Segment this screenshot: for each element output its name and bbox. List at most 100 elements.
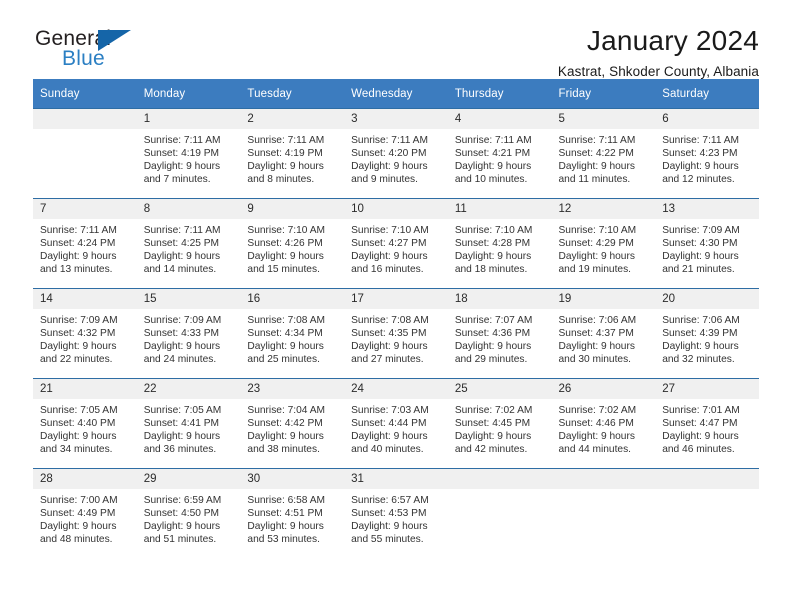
day-sunset-text: Sunset: 4:32 PM bbox=[40, 328, 116, 340]
calendar-day-cell[interactable]: 19 Sunrise: 7:06 AM Sunset: 4:37 PM Dayligh… bbox=[551, 288, 656, 379]
calendar-day-cell[interactable]: 21 Sunrise: 7:05 AM Sunset: 4:40 PM Dayligh… bbox=[33, 378, 137, 469]
calendar-day-cell[interactable]: 24 Sunrise: 7:03 AM Sunset: 4:44 PM Dayligh… bbox=[344, 378, 448, 469]
day-sunset-text: Sunset: 4:19 PM bbox=[143, 148, 220, 160]
day-details: Sunrise: 7:11 AM Sunset: 4:25 PM Daylight:… bbox=[137, 219, 241, 276]
day-number: 28 bbox=[33, 469, 137, 489]
day-daylight-line2-text: and 32 minutes. bbox=[662, 354, 735, 366]
day-sunset-text: Sunset: 4:45 PM bbox=[454, 418, 531, 430]
day-daylight-line1-text: Daylight: 9 hours bbox=[247, 341, 324, 353]
page-header: General Blue January 2024 Kastrat, Shkod… bbox=[33, 0, 759, 80]
day-daylight-line1-text: Daylight: 9 hours bbox=[143, 251, 221, 263]
day-details: Sunrise: 7:03 AM Sunset: 4:44 PM Daylight:… bbox=[344, 399, 448, 456]
calendar-week-row: 21 Sunrise: 7:05 AM Sunset: 4:40 PM Dayligh… bbox=[33, 378, 759, 469]
day-daylight-line2-text: and 25 minutes. bbox=[247, 354, 320, 366]
calendar-day-cell[interactable]: 16 Sunrise: 7:08 AM Sunset: 4:34 PM Dayligh… bbox=[240, 288, 345, 379]
day-number: 15 bbox=[136, 289, 241, 309]
calendar-day-cell[interactable]: 11 Sunrise: 7:10 AM Sunset: 4:28 PM Dayligh… bbox=[447, 198, 552, 289]
day-sunset-text: Sunset: 4:25 PM bbox=[143, 238, 220, 250]
day-sunrise-text: Sunrise: 6:57 AM bbox=[351, 495, 429, 506]
day-daylight-line1-text: Daylight: 9 hours bbox=[40, 341, 117, 353]
day-number: 30 bbox=[240, 469, 345, 489]
day-details: Sunrise: 7:09 AM Sunset: 4:32 PM Daylight:… bbox=[33, 309, 137, 366]
day-daylight-line1-text: Daylight: 9 hours bbox=[40, 521, 117, 533]
calendar-day-cell[interactable]: 23 Sunrise: 7:04 AM Sunset: 4:42 PM Dayligh… bbox=[240, 378, 345, 469]
calendar-day-cell[interactable]: 7 Sunrise: 7:11 AM Sunset: 4:24 PM Daylight… bbox=[33, 198, 137, 289]
day-daylight-line1-text: Daylight: 9 hours bbox=[662, 161, 739, 173]
day-daylight-line1-text: Daylight: 9 hours bbox=[247, 431, 324, 443]
day-number: 20 bbox=[655, 289, 759, 309]
day-daylight-line1-text: Daylight: 9 hours bbox=[558, 431, 635, 443]
calendar-week-row: 28 Sunrise: 7:00 AM Sunset: 4:49 PM Dayligh… bbox=[33, 468, 759, 558]
calendar-day-cell[interactable]: 5 Sunrise: 7:11 AM Sunset: 4:22 PM Daylight… bbox=[551, 108, 656, 199]
day-details: Sunrise: 7:05 AM Sunset: 4:41 PM Daylight:… bbox=[137, 399, 241, 456]
calendar-day-cell[interactable]: 30 Sunrise: 6:58 AM Sunset: 4:51 PM Dayligh… bbox=[240, 468, 345, 558]
day-sunrise-text: Sunrise: 7:09 AM bbox=[662, 225, 740, 236]
day-sunset-text: Sunset: 4:37 PM bbox=[558, 328, 634, 340]
day-sunset-text: Sunset: 4:30 PM bbox=[662, 238, 738, 250]
day-sunrise-text: Sunrise: 7:11 AM bbox=[558, 135, 636, 146]
day-sunrise-text: Sunrise: 7:08 AM bbox=[351, 315, 429, 326]
calendar-day-cell[interactable]: 13 Sunrise: 7:09 AM Sunset: 4:30 PM Dayligh… bbox=[655, 198, 759, 289]
day-number: 27 bbox=[655, 379, 759, 399]
calendar-day-cell[interactable]: 20 Sunrise: 7:06 AM Sunset: 4:39 PM Dayligh… bbox=[655, 288, 759, 379]
weekday-header-saturday: Saturday bbox=[655, 79, 759, 109]
day-sunrise-text: Sunrise: 7:00 AM bbox=[40, 495, 118, 506]
calendar-day-cell[interactable]: 25 Sunrise: 7:02 AM Sunset: 4:45 PM Dayligh… bbox=[447, 378, 552, 469]
day-daylight-line1-text: Daylight: 9 hours bbox=[247, 251, 324, 263]
day-details: Sunrise: 7:08 AM Sunset: 4:34 PM Daylight:… bbox=[240, 309, 344, 366]
day-number bbox=[447, 469, 552, 489]
calendar-day-cell[interactable]: 3 Sunrise: 7:11 AM Sunset: 4:20 PM Daylight… bbox=[344, 108, 448, 199]
calendar-day-cell[interactable]: 31 Sunrise: 6:57 AM Sunset: 4:53 PM Dayligh… bbox=[344, 468, 448, 558]
day-number: 7 bbox=[33, 199, 137, 219]
day-daylight-line1-text: Daylight: 9 hours bbox=[662, 431, 739, 443]
day-sunset-text: Sunset: 4:46 PM bbox=[558, 418, 634, 430]
day-daylight-line2-text: and 48 minutes. bbox=[40, 534, 113, 546]
day-daylight-line2-text: and 7 minutes. bbox=[143, 174, 211, 186]
calendar-day-cell[interactable]: 9 Sunrise: 7:10 AM Sunset: 4:26 PM Daylight… bbox=[240, 198, 345, 289]
calendar-day-cell[interactable]: 10 Sunrise: 7:10 AM Sunset: 4:27 PM Dayligh… bbox=[344, 198, 448, 289]
calendar-day-cell[interactable]: 17 Sunrise: 7:08 AM Sunset: 4:35 PM Dayligh… bbox=[344, 288, 448, 379]
calendar-day-cell[interactable]: 28 Sunrise: 7:00 AM Sunset: 4:49 PM Dayligh… bbox=[33, 468, 137, 558]
day-sunrise-text: Sunrise: 7:10 AM bbox=[247, 225, 325, 236]
day-daylight-line2-text: and 9 minutes. bbox=[351, 174, 418, 186]
day-daylight-line1-text: Daylight: 9 hours bbox=[662, 341, 739, 353]
day-sunset-text: Sunset: 4:47 PM bbox=[662, 418, 738, 430]
day-sunrise-text: Sunrise: 7:09 AM bbox=[143, 315, 222, 326]
general-blue-logo[interactable]: General Blue bbox=[33, 26, 153, 74]
calendar-day-cell[interactable]: 14 Sunrise: 7:09 AM Sunset: 4:32 PM Dayligh… bbox=[33, 288, 137, 379]
calendar-day-cell[interactable]: 27 Sunrise: 7:01 AM Sunset: 4:47 PM Dayligh… bbox=[655, 378, 759, 469]
calendar-day-cell[interactable]: 18 Sunrise: 7:07 AM Sunset: 4:36 PM Dayligh… bbox=[447, 288, 552, 379]
calendar-week-row: 1 Sunrise: 7:11 AM Sunset: 4:19 PM Daylight… bbox=[33, 108, 759, 199]
day-daylight-line2-text: and 14 minutes. bbox=[143, 264, 217, 276]
calendar-day-cell[interactable]: 4 Sunrise: 7:11 AM Sunset: 4:21 PM Daylight… bbox=[447, 108, 552, 199]
calendar-day-cell[interactable]: 26 Sunrise: 7:02 AM Sunset: 4:46 PM Dayligh… bbox=[551, 378, 656, 469]
day-details: Sunrise: 7:09 AM Sunset: 4:30 PM Daylight:… bbox=[655, 219, 759, 276]
calendar-day-cell[interactable]: 22 Sunrise: 7:05 AM Sunset: 4:41 PM Dayligh… bbox=[136, 378, 241, 469]
day-number: 5 bbox=[551, 109, 656, 129]
day-sunrise-text: Sunrise: 7:05 AM bbox=[143, 405, 222, 416]
day-details: Sunrise: 7:10 AM Sunset: 4:26 PM Daylight:… bbox=[240, 219, 344, 276]
day-sunset-text: Sunset: 4:21 PM bbox=[454, 148, 531, 160]
day-details: Sunrise: 6:57 AM Sunset: 4:53 PM Daylight:… bbox=[344, 489, 448, 546]
day-sunset-text: Sunset: 4:24 PM bbox=[40, 238, 116, 250]
calendar-day-cell[interactable]: 15 Sunrise: 7:09 AM Sunset: 4:33 PM Dayligh… bbox=[136, 288, 241, 379]
day-sunset-text: Sunset: 4:19 PM bbox=[247, 148, 323, 160]
day-sunset-text: Sunset: 4:27 PM bbox=[351, 238, 427, 250]
day-sunset-text: Sunset: 4:40 PM bbox=[40, 418, 116, 430]
calendar-day-cell[interactable]: 8 Sunrise: 7:11 AM Sunset: 4:25 PM Daylight… bbox=[136, 198, 241, 289]
calendar-day-cell[interactable]: 2 Sunrise: 7:11 AM Sunset: 4:19 PM Daylight… bbox=[240, 108, 345, 199]
day-number bbox=[551, 469, 656, 489]
day-details: Sunrise: 7:10 AM Sunset: 4:27 PM Daylight:… bbox=[344, 219, 448, 276]
day-daylight-line2-text: and 51 minutes. bbox=[143, 534, 217, 546]
day-details: Sunrise: 7:11 AM Sunset: 4:19 PM Daylight:… bbox=[137, 129, 241, 186]
calendar-day-cell[interactable]: 6 Sunrise: 7:11 AM Sunset: 4:23 PM Daylight… bbox=[655, 108, 759, 199]
calendar-week-row: 14 Sunrise: 7:09 AM Sunset: 4:32 PM Dayligh… bbox=[33, 288, 759, 379]
day-sunrise-text: Sunrise: 7:02 AM bbox=[558, 405, 637, 416]
weekday-header-wednesday: Wednesday bbox=[344, 79, 448, 109]
day-sunrise-text: Sunrise: 7:10 AM bbox=[454, 225, 533, 236]
calendar-day-cell[interactable]: 1 Sunrise: 7:11 AM Sunset: 4:19 PM Daylight… bbox=[136, 108, 241, 199]
day-daylight-line2-text: and 10 minutes. bbox=[454, 174, 528, 186]
calendar-day-cell[interactable]: 12 Sunrise: 7:10 AM Sunset: 4:29 PM Dayligh… bbox=[551, 198, 656, 289]
day-details: Sunrise: 7:09 AM Sunset: 4:33 PM Daylight:… bbox=[137, 309, 241, 366]
calendar-day-cell[interactable]: 29 Sunrise: 6:59 AM Sunset: 4:50 PM Dayligh… bbox=[136, 468, 241, 558]
